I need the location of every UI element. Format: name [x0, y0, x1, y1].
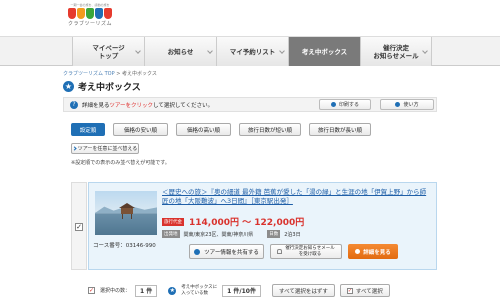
info-prefix: 詳細を見る	[82, 102, 110, 109]
breadcrumb-home-link[interactable]: クラブツーリズム TOP	[63, 71, 115, 77]
print-button[interactable]: 印刷する	[319, 99, 371, 110]
tour-select-column: ✓	[71, 182, 87, 270]
nav-confirmation-mail-label: 催行決定 お知らせメール	[373, 43, 419, 60]
nav-my-reservations-label: マイ予約リスト	[229, 47, 276, 56]
star-icon: ★	[168, 286, 177, 295]
sort-setting-order[interactable]: 設定順	[71, 123, 105, 136]
box-count-label: 考え中ボックスに 入っている数	[181, 285, 218, 296]
page: 一期一会の旅を、感動の旅を クラブツーリズム マイページ トップ お知らせ マイ…	[0, 0, 500, 300]
course-number: コース番号：03146-990	[93, 243, 156, 249]
nav-notices[interactable]: お知らせ	[144, 37, 216, 66]
print-label: 印刷する	[338, 102, 359, 108]
departure-tag: 出発地	[162, 230, 180, 238]
breadcrumb-current: 考え中ボックス	[121, 71, 157, 77]
select-all-label: すべて選択	[355, 288, 383, 295]
info-suffix: して選択してください。	[153, 102, 214, 109]
help-button[interactable]: 使い方	[380, 99, 434, 110]
clear-selection-button[interactable]: すべて選択をはずす	[271, 284, 335, 297]
reorder-label: ツアーを任意に並べ替える	[77, 146, 138, 152]
info-link: ツアーをクリック	[109, 102, 154, 109]
sort-days-short[interactable]: 旅行日数が短い順	[239, 123, 301, 136]
chevron-down-icon	[135, 48, 141, 54]
selected-count-label: 選択中の数：	[100, 288, 131, 294]
sort-buttons: 設定順 価格の安い順 価格の高い順 旅行日数が短い順 旅行日数が長い順	[71, 123, 371, 136]
chevron-down-icon	[207, 48, 213, 54]
box-count: 1 件/10件	[222, 284, 261, 297]
departure-value: 関東/東京23区、関東/神奈川県	[183, 231, 254, 238]
logo-mark	[60, 8, 120, 19]
tour-price: 114,000円 ～ 122,000円	[189, 218, 305, 228]
printer-icon	[330, 102, 336, 107]
selection-footer: ✓ 選択中の数： 1 件 ★ 考え中ボックスに 入っている数 1 件/10件 す…	[88, 281, 437, 300]
nav-consider-box[interactable]: 考え中ボックス	[288, 37, 360, 66]
arrow-circle-icon	[355, 249, 361, 254]
help-icon	[395, 102, 401, 107]
card-actions: ツアー情報を共有する 催行決定お知らせメールを受け取る 詳細を見る	[189, 244, 398, 259]
selected-checkbox-icon: ✓	[88, 287, 95, 294]
chevron-down-icon	[422, 48, 428, 54]
breadcrumb-separator: >	[114, 71, 122, 77]
clear-selection-label: すべて選択をはずす	[278, 288, 328, 295]
share-label: ツアー情報を共有する	[204, 249, 259, 256]
select-all-button[interactable]: ✓ すべて選択	[339, 284, 390, 297]
nav-notices-label: お知らせ	[167, 47, 194, 56]
page-title: 考え中ボックス	[78, 83, 141, 93]
shrine-legs	[122, 214, 132, 219]
logo-tagline: 一期一会の旅を、感動の旅を	[70, 3, 110, 7]
days-value: 2泊3日	[284, 231, 301, 238]
main-nav: マイページ トップ お知らせ マイ予約リスト 考え中ボックス 催行決定 お知らせ…	[72, 37, 432, 66]
breadcrumb: クラブツーリズム TOP > 考え中ボックス	[63, 70, 157, 77]
logo-figure-5	[104, 8, 112, 19]
chevron-down-icon	[279, 48, 285, 54]
nav-mypage-top-label: マイページ トップ	[92, 43, 125, 60]
logo-figure-2	[77, 8, 85, 19]
logo-figure-3	[86, 8, 94, 19]
meta-row: 出発地 関東/東京23区、関東/神奈川県 日数 2泊3日	[162, 230, 301, 238]
sort-note: ※設定順での表示のみ並べ替えが可能です。	[71, 160, 170, 166]
thumbnail-shrine	[117, 203, 137, 219]
tour-thumbnail[interactable]	[95, 191, 157, 235]
logo-figure-1	[68, 8, 76, 19]
nav-confirmation-mail[interactable]: 催行決定 お知らせメール	[360, 37, 432, 66]
tour-card: コース番号：03146-990 ＜歴史への旅＞『奥の細道 最外籍 芭蕉が愛した「…	[88, 182, 437, 270]
nav-consider-box-label: 考え中ボックス	[301, 47, 348, 56]
page-title-row: ★ 考え中ボックス	[63, 80, 141, 93]
sort-price-high[interactable]: 価格の高い順	[176, 123, 231, 136]
arrow-right-icon	[72, 146, 77, 151]
info-bar: ? 詳細を見るツアーをクリックして選択してください。 印刷する 使い方	[63, 97, 437, 112]
nav-mypage-top[interactable]: マイページ トップ	[72, 37, 144, 66]
logo-figure-4	[95, 8, 103, 19]
share-icon	[194, 248, 201, 255]
price-row: 旅行代金 114,000円 ～ 122,000円	[162, 215, 304, 228]
logo-text: クラブツーリズム	[67, 21, 112, 27]
notify-mail-button[interactable]: 催行決定お知らせメールを受け取る	[270, 244, 342, 259]
tour-select-checkbox[interactable]: ✓	[75, 223, 83, 231]
checkbox-icon: ✓	[346, 287, 353, 294]
price-tag: 旅行代金	[162, 217, 184, 226]
mail-label: 催行決定お知らせメールを受け取る	[285, 246, 335, 257]
nav-my-reservations[interactable]: マイ予約リスト	[216, 37, 288, 66]
view-details-button[interactable]: 詳細を見る	[348, 244, 398, 259]
star-icon: ★	[63, 81, 74, 92]
share-tour-button[interactable]: ツアー情報を共有する	[189, 244, 264, 259]
sort-days-long[interactable]: 旅行日数が長い順	[309, 123, 371, 136]
reorder-button[interactable]: ツアーを任意に並べ替える	[71, 143, 139, 154]
detail-label: 詳細を見る	[363, 249, 391, 256]
help-label: 使い方	[403, 102, 419, 108]
question-icon: ?	[70, 100, 78, 109]
bell-icon	[277, 249, 282, 254]
days-tag: 日数	[267, 230, 281, 238]
selected-count: 1 件	[135, 284, 158, 297]
tour-title-link[interactable]: ＜歴史への旅＞『奥の細道 最外籍 芭蕉が愛した「湯の緑」と生涯の地「伊賀上野」か…	[162, 188, 432, 205]
sort-price-low[interactable]: 価格の安い順	[113, 123, 168, 136]
info-text: 詳細を見るツアーをクリックして選択してください。	[82, 101, 213, 109]
club-tourism-logo[interactable]: 一期一会の旅を、感動の旅を クラブツーリズム	[60, 3, 120, 33]
